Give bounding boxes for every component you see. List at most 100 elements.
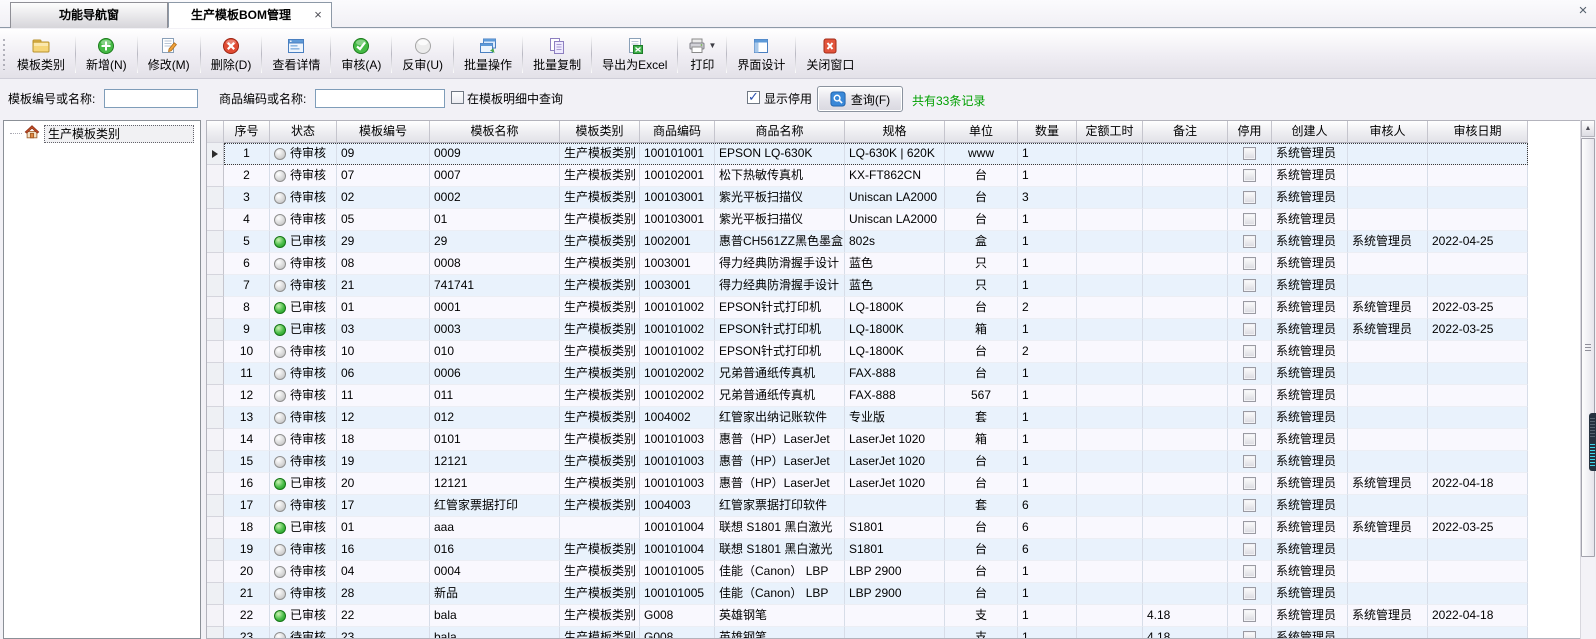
cell-status[interactable]: 待审核 — [270, 165, 337, 187]
cell-template_name[interactable]: 011 — [430, 385, 560, 407]
cell-unit[interactable]: 台 — [945, 187, 1018, 209]
cell-template_no[interactable]: 08 — [337, 253, 430, 275]
cell-remark[interactable] — [1143, 407, 1228, 429]
cell-template_name[interactable]: 0001 — [430, 297, 560, 319]
tab-function-nav[interactable]: 功能导航窗 — [10, 2, 168, 28]
cell-unit[interactable]: 567 — [945, 385, 1018, 407]
cell-template_name[interactable]: 016 — [430, 539, 560, 561]
cell-remark[interactable] — [1143, 539, 1228, 561]
table-row[interactable]: 7待审核21741741生产模板类别1003001得力经典防滑握手设计蓝色只1系… — [207, 275, 1528, 297]
cell-product_name[interactable]: 英雄钢笔 — [715, 627, 845, 639]
cell-remark[interactable] — [1143, 341, 1228, 363]
row-header-cell[interactable] — [207, 429, 224, 451]
cell-auditor[interactable]: 系统管理员 — [1348, 473, 1428, 495]
cell-unit[interactable]: 台 — [945, 363, 1018, 385]
cell-disabled[interactable] — [1228, 363, 1272, 385]
cell-qty[interactable]: 1 — [1018, 407, 1077, 429]
cell-spec[interactable]: LBP 2900 — [845, 583, 945, 605]
row-header-cell[interactable] — [207, 165, 224, 187]
toolbar-button-audit[interactable]: 审核(A) — [332, 30, 390, 78]
cell-seq[interactable]: 21 — [224, 583, 270, 605]
cell-qty[interactable]: 1 — [1018, 319, 1077, 341]
cell-quota_hours[interactable] — [1077, 209, 1143, 231]
window-close-icon[interactable]: × — [1575, 2, 1591, 20]
cell-product_name[interactable]: 兄弟普通纸传真机 — [715, 385, 845, 407]
cell-qty[interactable]: 1 — [1018, 561, 1077, 583]
cell-auditor[interactable]: 系统管理员 — [1348, 319, 1428, 341]
cell-product_code[interactable]: 1004003 — [640, 495, 715, 517]
cell-unit[interactable]: 台 — [945, 517, 1018, 539]
cell-remark[interactable] — [1143, 517, 1228, 539]
cell-auditor[interactable] — [1348, 209, 1428, 231]
cell-spec[interactable]: LQ-1800K — [845, 341, 945, 363]
row-header-cell[interactable] — [207, 385, 224, 407]
cell-unit[interactable]: 台 — [945, 165, 1018, 187]
cell-remark[interactable] — [1143, 253, 1228, 275]
cell-unit[interactable]: 台 — [945, 583, 1018, 605]
cell-audit_date[interactable]: 2022-03-25 — [1428, 517, 1528, 539]
cell-category[interactable] — [560, 517, 640, 539]
cell-auditor[interactable] — [1348, 407, 1428, 429]
cell-disabled[interactable] — [1228, 429, 1272, 451]
cell-template_name[interactable]: 新品 — [430, 583, 560, 605]
column-header-quota_hours[interactable]: 定额工时 — [1077, 121, 1143, 143]
cell-auditor[interactable] — [1348, 429, 1428, 451]
cell-category[interactable]: 生产模板类别 — [560, 231, 640, 253]
cell-status[interactable]: 待审核 — [270, 451, 337, 473]
row-header-cell[interactable] — [207, 209, 224, 231]
cell-template_name[interactable]: 012 — [430, 407, 560, 429]
cell-product_name[interactable]: 联想 S1801 黑白激光 — [715, 517, 845, 539]
disabled-checkbox[interactable] — [1243, 543, 1256, 556]
disabled-checkbox[interactable] — [1243, 323, 1256, 336]
cell-product_code[interactable]: 100101005 — [640, 583, 715, 605]
cell-spec[interactable]: FAX-888 — [845, 363, 945, 385]
row-header-cell[interactable] — [207, 583, 224, 605]
cell-category[interactable]: 生产模板类别 — [560, 143, 640, 165]
disabled-checkbox[interactable] — [1243, 389, 1256, 402]
cell-product_code[interactable]: 1003001 — [640, 253, 715, 275]
cell-status[interactable]: 待审核 — [270, 143, 337, 165]
row-header-cell[interactable] — [207, 253, 224, 275]
cell-product_name[interactable]: 紫光平板扫描仪 — [715, 187, 845, 209]
cell-category[interactable]: 生产模板类别 — [560, 407, 640, 429]
cell-seq[interactable]: 9 — [224, 319, 270, 341]
cell-qty[interactable]: 3 — [1018, 187, 1077, 209]
cell-status[interactable]: 待审核 — [270, 561, 337, 583]
cell-qty[interactable]: 1 — [1018, 473, 1077, 495]
table-row[interactable]: 14待审核180101生产模板类别100101003惠普（HP）LaserJet… — [207, 429, 1528, 451]
cell-remark[interactable]: 4.18 — [1143, 605, 1228, 627]
cell-template_name[interactable]: bala — [430, 605, 560, 627]
cell-disabled[interactable] — [1228, 561, 1272, 583]
cell-spec[interactable] — [845, 627, 945, 639]
cell-category[interactable]: 生产模板类别 — [560, 561, 640, 583]
disabled-checkbox[interactable] — [1243, 279, 1256, 292]
row-header-cell[interactable] — [207, 605, 224, 627]
cell-quota_hours[interactable] — [1077, 495, 1143, 517]
template-search-input[interactable] — [104, 89, 198, 108]
cell-template_name[interactable]: 12121 — [430, 473, 560, 495]
cell-product_code[interactable]: 100101002 — [640, 341, 715, 363]
cell-qty[interactable]: 1 — [1018, 165, 1077, 187]
column-header-category[interactable]: 模板类别 — [560, 121, 640, 143]
disabled-checkbox[interactable] — [1243, 191, 1256, 204]
cell-category[interactable]: 生产模板类别 — [560, 451, 640, 473]
cell-status[interactable]: 待审核 — [270, 341, 337, 363]
cell-seq[interactable]: 3 — [224, 187, 270, 209]
disabled-checkbox[interactable] — [1243, 147, 1256, 160]
disabled-checkbox[interactable] — [1243, 587, 1256, 600]
cell-auditor[interactable] — [1348, 187, 1428, 209]
cell-disabled[interactable] — [1228, 275, 1272, 297]
disabled-checkbox[interactable] — [1243, 609, 1256, 622]
cell-auditor[interactable] — [1348, 627, 1428, 639]
cell-creator[interactable]: 系统管理员 — [1272, 143, 1348, 165]
cell-product_code[interactable]: 100101003 — [640, 429, 715, 451]
cell-seq[interactable]: 14 — [224, 429, 270, 451]
cell-unit[interactable]: 套 — [945, 495, 1018, 517]
cell-remark[interactable] — [1143, 385, 1228, 407]
cell-unit[interactable]: 台 — [945, 473, 1018, 495]
cell-auditor[interactable] — [1348, 253, 1428, 275]
cell-unit[interactable]: 箱 — [945, 429, 1018, 451]
cell-audit_date[interactable]: 2022-04-25 — [1428, 231, 1528, 253]
cell-status[interactable]: 待审核 — [270, 363, 337, 385]
cell-template_name[interactable]: 0007 — [430, 165, 560, 187]
